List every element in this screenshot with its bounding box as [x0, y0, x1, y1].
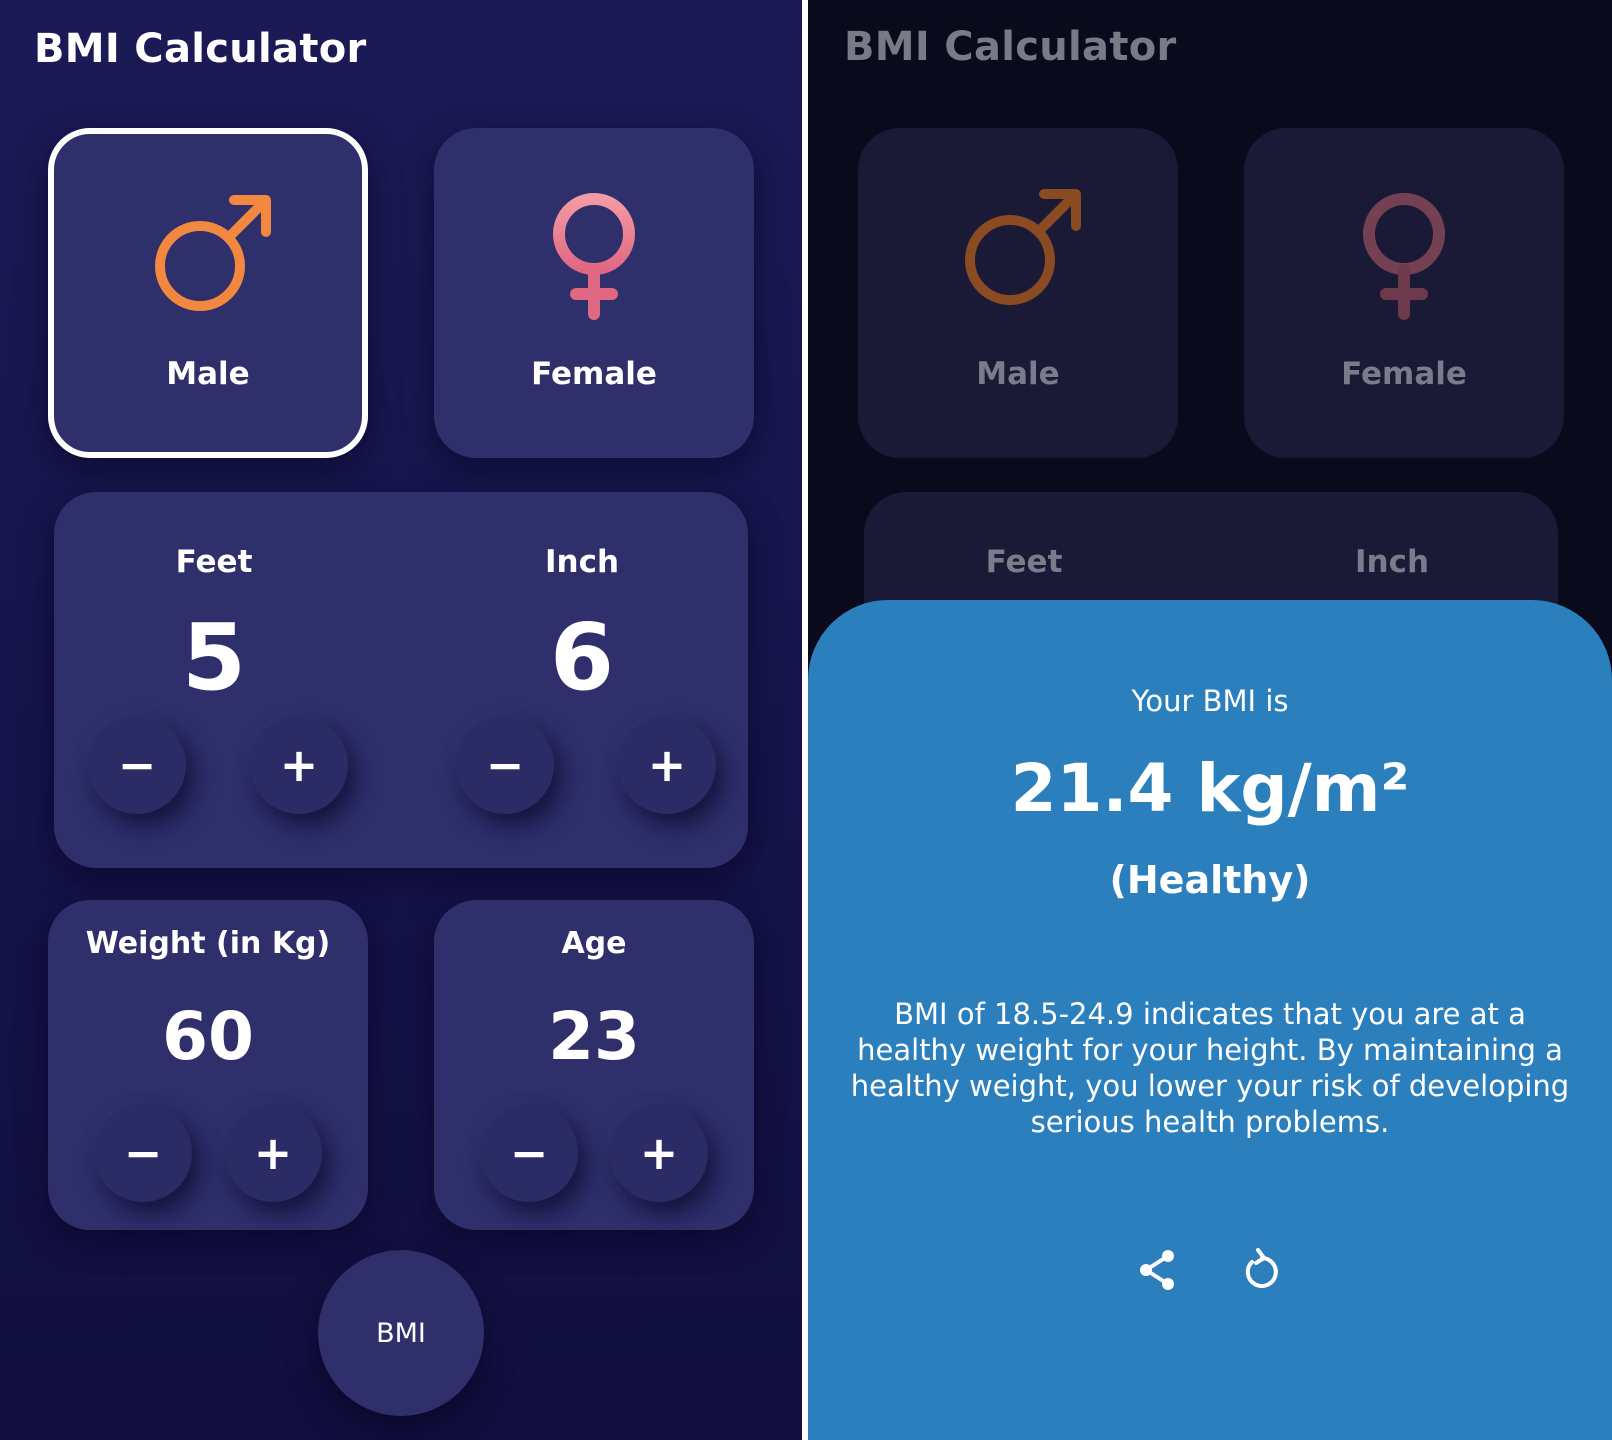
feet-decrement-button[interactable]: −: [88, 716, 186, 814]
reset-icon[interactable]: [1238, 1246, 1286, 1294]
female-icon: [1363, 193, 1445, 320]
female-icon: [553, 193, 635, 320]
male-card: Male: [858, 128, 1178, 458]
age-decrement-button[interactable]: −: [480, 1104, 578, 1202]
app-title: BMI Calculator: [34, 26, 367, 72]
result-sheet: Your BMI is 21.4 kg/m² (Healthy) BMI of …: [808, 600, 1612, 1440]
feet-increment-button[interactable]: +: [250, 716, 348, 814]
weight-decrement-button[interactable]: −: [94, 1104, 192, 1202]
female-card[interactable]: Female: [434, 128, 754, 458]
inch-value: 6: [549, 604, 614, 711]
age-label: Age: [561, 926, 627, 961]
bmi-description: BMI of 18.5-24.9 indicates that you are …: [850, 997, 1570, 1139]
bmi-status: (Healthy): [1109, 858, 1311, 902]
bmi-calculate-button[interactable]: BMI: [318, 1250, 484, 1416]
feet-label: Feet: [175, 544, 253, 580]
weight-value: 60: [162, 998, 254, 1075]
male-icon: [965, 189, 1081, 305]
male-card[interactable]: Male: [48, 128, 368, 458]
female-card: Female: [1244, 128, 1564, 458]
bmi-value: 21.4 kg/m²: [1010, 750, 1410, 827]
app-title: BMI Calculator: [844, 24, 1177, 70]
male-icon: [155, 195, 271, 311]
male-label: Male: [976, 356, 1060, 392]
share-icon[interactable]: [1134, 1246, 1182, 1294]
result-heading: Your BMI is: [1131, 684, 1289, 718]
weight-increment-button[interactable]: +: [224, 1104, 322, 1202]
male-label: Male: [166, 356, 250, 392]
female-label: Female: [531, 356, 657, 392]
bmi-result-screen: BMI Calculator Male Female Feet Inch You…: [808, 0, 1612, 1440]
weight-label: Weight (in Kg): [85, 926, 331, 961]
bmi-input-screen: BMI Calculator Male Female Feet 5 Inch 6…: [0, 0, 802, 1440]
inch-increment-button[interactable]: +: [618, 716, 716, 814]
height-card: Feet 5 Inch 6 − + − +: [54, 492, 748, 868]
result-actions: [808, 1246, 1612, 1294]
weight-card: Weight (in Kg) 60 − +: [48, 900, 368, 1230]
female-label: Female: [1341, 356, 1467, 392]
feet-value: 5: [181, 604, 246, 711]
inch-label: Inch: [1354, 544, 1430, 580]
inch-decrement-button[interactable]: −: [456, 716, 554, 814]
age-increment-button[interactable]: +: [610, 1104, 708, 1202]
feet-label: Feet: [985, 544, 1063, 580]
inch-label: Inch: [544, 544, 620, 580]
age-card: Age 23 − +: [434, 900, 754, 1230]
age-value: 23: [548, 998, 640, 1075]
